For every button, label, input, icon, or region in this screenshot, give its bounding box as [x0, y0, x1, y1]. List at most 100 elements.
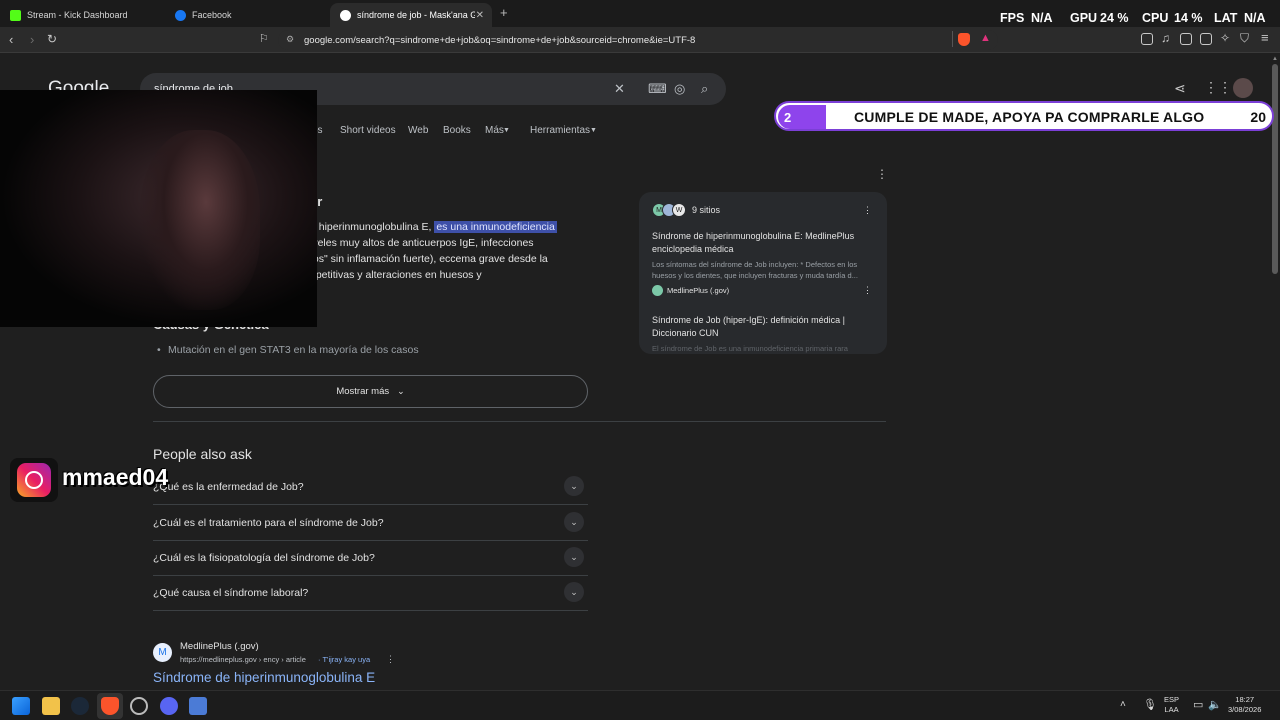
chevron-down-icon[interactable]: ⌄: [564, 582, 584, 602]
instagram-handle: mmaed04: [62, 464, 169, 490]
kick-favicon-icon: [10, 9, 21, 21]
tab-google-search[interactable]: síndrome de job - Mask'ana Goo ✕: [330, 3, 492, 27]
windows-taskbar: ˄ 🎙 ESP LAA ▭ 🔈 18:27 3/08/2026: [0, 690, 1280, 720]
source-1-snippet: Los síntomas del síndrome de Job incluye…: [652, 260, 858, 280]
paa-question[interactable]: ¿Cuál es la fisiopatología del síndrome …: [153, 540, 588, 575]
stream-goal-banner: 2 CUMPLE DE MADE, APOYA PA COMPRARLE ALG…: [774, 101, 1274, 131]
chevron-down-icon[interactable]: ⌄: [564, 512, 584, 532]
filter-tab-more[interactable]: Más: [485, 125, 504, 136]
wikipedia-icon: W: [672, 203, 686, 217]
back-icon[interactable]: ‹: [9, 32, 13, 47]
extensions-icon[interactable]: [1141, 33, 1153, 45]
filter-tab-books[interactable]: Books: [443, 125, 471, 136]
instagram-overlay: mmaed04: [10, 456, 196, 504]
close-tab-icon[interactable]: ✕: [476, 10, 484, 21]
brave-shields-icon[interactable]: [958, 33, 970, 46]
sources-card[interactable]: M W 9 sitios ⋮ Síndrome de hiperinmunogl…: [639, 192, 887, 354]
scrollbar-thumb[interactable]: [1272, 64, 1278, 274]
tab-title: síndrome de job - Mask'ana Goo: [357, 10, 475, 20]
brave-rewards-icon[interactable]: ▲: [980, 32, 991, 44]
filter-tab-short-videos[interactable]: Short videos: [340, 125, 396, 136]
overview-highlight[interactable]: es una inmunodeficiencia: [434, 221, 557, 233]
account-avatar[interactable]: [1233, 78, 1253, 98]
overview-more-options-icon[interactable]: ⋮: [876, 167, 888, 181]
bookmark-icon[interactable]: ⚐: [259, 32, 269, 45]
tab-facebook[interactable]: Facebook: [165, 3, 330, 27]
chevron-down-icon[interactable]: ⌄: [564, 476, 584, 496]
result-breadcrumb[interactable]: https://medlineplus.gov › ency › article: [180, 655, 306, 664]
discord-icon[interactable]: [160, 697, 178, 715]
tab-kick-dashboard[interactable]: Stream - Kick Dashboard: [0, 3, 165, 27]
steam-icon[interactable]: [71, 697, 89, 715]
scroll-up-icon[interactable]: ▲: [1272, 56, 1278, 62]
chevron-down-icon: ▼: [503, 127, 510, 134]
show-more-label: Mostrar más: [336, 386, 390, 397]
apps-grid-icon[interactable]: ⋮⋮: [1204, 79, 1232, 96]
lat-label: LAT: [1214, 11, 1238, 25]
new-tab-button[interactable]: +: [500, 5, 508, 20]
banner-number: 20: [1250, 109, 1266, 125]
paa-question[interactable]: ¿Cuál es el tratamiento para el síndrome…: [153, 505, 588, 540]
sidebar-icon[interactable]: [1180, 33, 1192, 45]
more-options-icon[interactable]: ⋮: [863, 204, 872, 217]
paa-question[interactable]: ¿Qué causa el síndrome laboral? ⌄: [153, 575, 588, 610]
network-icon[interactable]: ▭: [1193, 698, 1203, 711]
gpu-value: 24 %: [1100, 11, 1129, 25]
brave-browser-icon[interactable]: [101, 697, 119, 715]
banner-badge: 2: [778, 105, 826, 129]
file-explorer-icon[interactable]: [42, 697, 60, 715]
paa-question-text: ¿Cuál es la fisiopatología del síndrome …: [153, 551, 375, 564]
more-options-icon[interactable]: ⋮: [386, 654, 395, 665]
leo-ai-icon[interactable]: ✧: [1220, 31, 1230, 45]
instagram-icon: [10, 458, 58, 502]
address-bar[interactable]: ⚙ google.com/search?q=sindrome+de+job&oq…: [278, 30, 998, 50]
cpu-label: CPU: [1142, 11, 1169, 25]
sources-count: 9 sitios: [692, 205, 721, 215]
share-icon[interactable]: ⋖: [1174, 80, 1186, 97]
clock[interactable]: 18:27 3/08/2026: [1228, 695, 1261, 715]
tools-button[interactable]: Herramientas: [530, 125, 590, 136]
media-icon[interactable]: ♫: [1161, 31, 1170, 45]
page-scrollbar[interactable]: ▲: [1270, 54, 1280, 690]
lens-icon[interactable]: ◎: [674, 81, 685, 97]
forward-icon[interactable]: ›: [30, 32, 34, 47]
reload-icon[interactable]: ↻: [47, 32, 57, 46]
menu-icon[interactable]: ≡: [1261, 30, 1269, 45]
filter-tab-web[interactable]: Web: [408, 125, 428, 136]
obs-icon[interactable]: [130, 697, 148, 715]
medlineplus-icon: [652, 285, 663, 296]
paa-question[interactable]: ¿Qué es la enfermedad de Job? ⌄: [153, 469, 588, 504]
volume-icon[interactable]: 🔈: [1208, 698, 1222, 711]
microphone-icon[interactable]: 🎙: [1143, 698, 1157, 711]
show-hidden-icons-icon[interactable]: ˄: [1120, 699, 1126, 710]
more-options-icon[interactable]: ⋮: [863, 284, 872, 297]
wallet-icon[interactable]: [1200, 33, 1212, 45]
site-info-icon[interactable]: ⚙: [286, 34, 294, 45]
facebook-favicon-icon: [175, 9, 186, 21]
divider: [153, 610, 588, 611]
clock-time: 18:27: [1235, 695, 1255, 704]
vpn-shield-icon[interactable]: ⛉: [1240, 31, 1249, 46]
show-more-button[interactable]: Mostrar más ⌄: [153, 375, 588, 408]
webcam-overlay: [0, 90, 317, 327]
search-icon[interactable]: ⌕: [701, 81, 708, 97]
start-windows-icon[interactable]: [12, 697, 30, 715]
source-1-title[interactable]: Síndrome de hiperinmunoglobulina E: Medl…: [652, 230, 872, 256]
source-1-site: MedlinePlus (.gov): [667, 286, 730, 295]
result-site-name[interactable]: MedlinePlus (.gov): [180, 641, 259, 652]
result-title-link[interactable]: Síndrome de hiperinmunoglobulina E: [153, 670, 375, 685]
chevron-down-icon[interactable]: ⌄: [564, 547, 584, 567]
source-2-title[interactable]: Síndrome de Job (hiper-IgE): definición …: [652, 314, 872, 340]
input-language[interactable]: ESP LAA: [1164, 695, 1179, 715]
overview-line-4: epetitivas y alteraciones en huesos y: [310, 269, 482, 281]
translate-link[interactable]: · T'ijray kay uya: [318, 655, 370, 664]
keyboard-icon[interactable]: ⌨: [648, 81, 667, 97]
chevron-down-icon: ▼: [590, 127, 597, 134]
overview-line-3: íos" sin inflamación fuerte), eccema gra…: [310, 253, 548, 265]
address-bar-row: ‹ › ↻ ⚐ ⚙ google.com/search?q=sindrome+d…: [0, 27, 1280, 53]
gpu-label: GPU: [1070, 11, 1098, 25]
language-code: ESP: [1164, 695, 1180, 704]
calculator-icon[interactable]: [189, 697, 207, 715]
clear-search-icon[interactable]: ✕: [614, 81, 625, 97]
webcam-person-image: [140, 130, 260, 310]
